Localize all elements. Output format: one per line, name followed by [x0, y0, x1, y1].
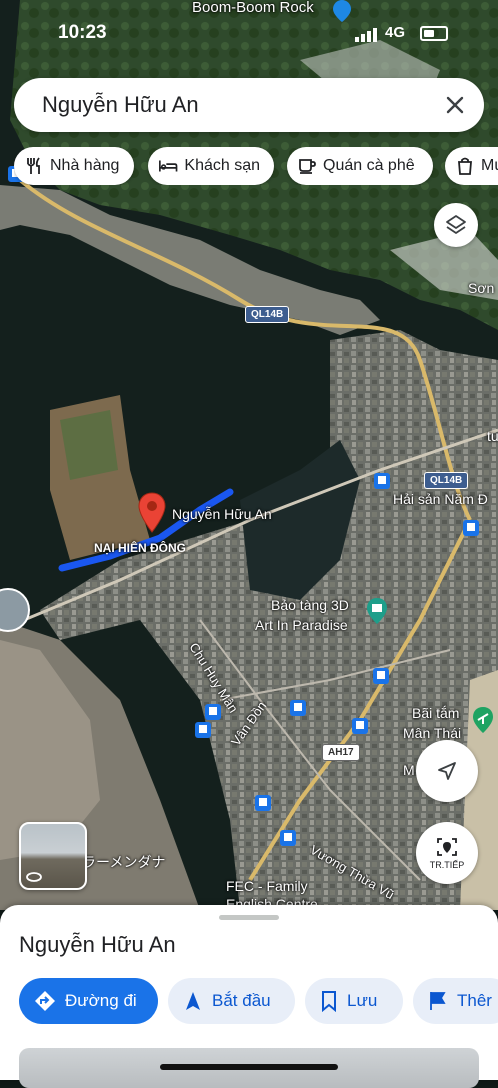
bookmark-icon: [322, 991, 336, 1012]
status-bar: 10:23 4G: [0, 20, 498, 50]
poi-label-museum-1[interactable]: Bảo tàng 3D: [271, 597, 349, 613]
directions-icon: [35, 991, 55, 1011]
map-label-son: Sơn: [468, 280, 495, 296]
poi-label-ramen[interactable]: ラーメンダナ: [82, 852, 165, 872]
close-icon[interactable]: [440, 90, 470, 120]
street-view-thumbnail[interactable]: [19, 822, 87, 890]
navigation-arrow-icon: [438, 762, 456, 780]
chip-label: Mu: [481, 157, 498, 174]
shopping-bag-icon: [458, 157, 472, 175]
poi-label-bai-tam-2[interactable]: Mân Thái: [403, 725, 461, 741]
bus-stop-icon[interactable]: [255, 795, 271, 811]
place-bottom-sheet[interactable]: Nguyễn Hữu An Đường đi Bắt đầu Lưu Thêr: [0, 905, 498, 1088]
chip-label: Nhà hàng: [50, 157, 120, 174]
status-time: 10:23: [58, 22, 107, 43]
beach-pin-icon[interactable]: [472, 706, 494, 734]
add-button[interactable]: Thêr: [413, 978, 498, 1024]
directions-label: Đường đi: [65, 991, 137, 1010]
bus-stop-icon[interactable]: [374, 473, 390, 489]
layers-button[interactable]: [434, 203, 478, 247]
navigation-arrow-icon: [186, 992, 200, 1010]
route-shield-ql14b: QL14B: [245, 306, 290, 323]
cellular-signal-icon: [355, 28, 377, 42]
my-location-button[interactable]: [416, 740, 478, 802]
street-view-icon: [26, 872, 42, 882]
route-shield-ah17: AH17: [322, 744, 360, 761]
poi-label-bai-tam-1[interactable]: Bãi tắm: [412, 705, 459, 721]
poi-label-boom-boom-rock[interactable]: Boom-Boom Rock: [192, 0, 314, 16]
poi-label-hai-san[interactable]: Hải sản Năm Đ: [393, 491, 488, 507]
route-shield-ql14b-2: QL14B: [424, 472, 469, 489]
bus-stop-icon[interactable]: [290, 700, 306, 716]
save-button[interactable]: Lưu: [305, 978, 403, 1024]
search-query[interactable]: Nguyễn Hữu An: [42, 92, 199, 118]
chip-cafes[interactable]: Quán cà phê: [287, 147, 433, 185]
next-button[interactable]: TR.TIẾP: [416, 822, 478, 884]
map-label-tu: tu: [487, 428, 498, 444]
bus-stop-icon[interactable]: [195, 722, 211, 738]
chip-label: Quán cà phê: [323, 157, 415, 174]
coffee-icon: [299, 159, 316, 174]
search-bar[interactable]: Nguyễn Hữu An: [14, 78, 484, 132]
directions-button[interactable]: Đường đi: [19, 978, 158, 1024]
flag-icon: [430, 992, 446, 1010]
add-label: Thêr: [457, 991, 492, 1010]
district-label: NẠI HIÊN ĐÔNG: [94, 541, 187, 555]
save-label: Lưu: [347, 991, 378, 1010]
drag-handle[interactable]: [219, 915, 279, 920]
bus-stop-icon[interactable]: [352, 718, 368, 734]
chip-label: Khách sạn: [184, 157, 260, 174]
bus-stop-icon[interactable]: [463, 520, 479, 536]
location-pin-icon[interactable]: [137, 492, 167, 534]
start-label: Bắt đầu: [212, 991, 271, 1010]
pin-scan-icon: [437, 838, 457, 856]
bed-icon: [159, 160, 178, 172]
place-title: Nguyễn Hữu An: [19, 932, 176, 957]
bus-stop-icon[interactable]: [205, 704, 221, 720]
museum-pin-icon[interactable]: [366, 597, 388, 625]
home-indicator: [160, 1064, 338, 1070]
category-chips: Nhà hàng Khách sạn Quán cà phê Mu: [14, 147, 498, 185]
chip-shopping[interactable]: Mu: [445, 147, 498, 185]
start-button[interactable]: Bắt đầu: [168, 978, 295, 1024]
poi-label-museum-2[interactable]: Art In Paradise: [255, 617, 348, 633]
street-label-selected: Nguyễn Hữu An: [172, 506, 272, 522]
next-label: TR.TIẾP: [429, 860, 465, 870]
map-label-m: M: [403, 762, 415, 778]
poi-label-fec-1[interactable]: FEC - Family: [226, 878, 308, 894]
chip-hotels[interactable]: Khách sạn: [148, 147, 274, 185]
battery-icon: [420, 26, 448, 41]
network-type: 4G: [385, 24, 406, 41]
chip-restaurants[interactable]: Nhà hàng: [14, 147, 134, 185]
bus-stop-icon[interactable]: [280, 830, 296, 846]
layers-icon: [446, 215, 466, 234]
bus-stop-icon[interactable]: [373, 668, 389, 684]
fork-knife-icon: [27, 157, 40, 174]
poi-pin-icon[interactable]: [332, 0, 352, 22]
